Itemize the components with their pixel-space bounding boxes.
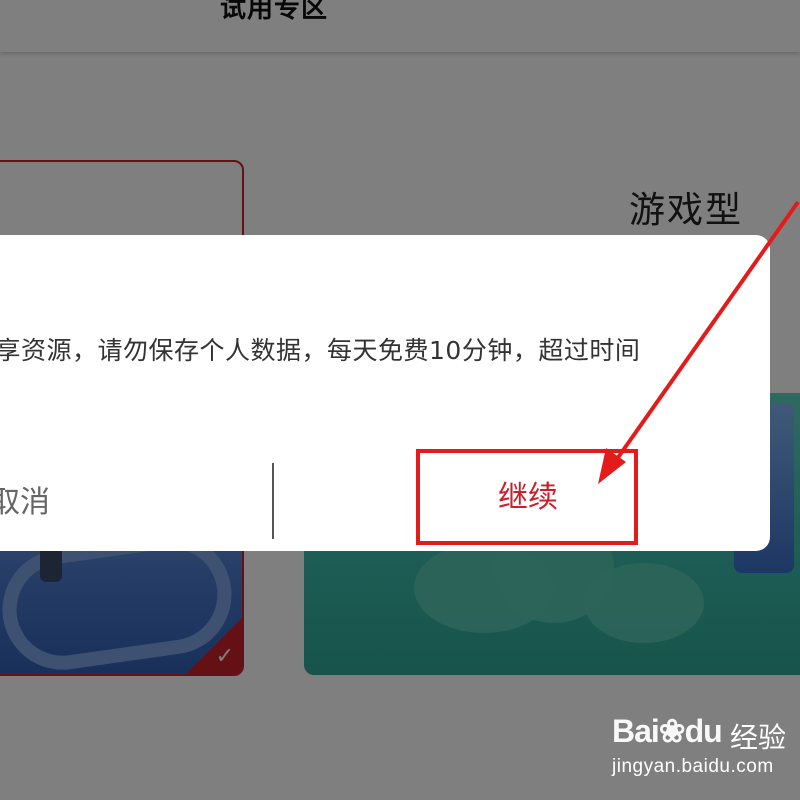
paw-icon: ❀ bbox=[658, 713, 686, 749]
baidu-jingyan-watermark: Bai❀du 经验 jingyan.baidu.com bbox=[612, 712, 792, 792]
dialog-message: 共享资源，请勿保存个人数据，每天免费10分钟，超过时间 bbox=[0, 336, 641, 365]
logo-text: Bai bbox=[612, 713, 660, 749]
logo-text-2: du bbox=[684, 713, 723, 749]
button-divider bbox=[272, 463, 274, 539]
baidu-logo: Bai❀du bbox=[612, 712, 723, 750]
cancel-button[interactable]: 取消 bbox=[0, 475, 260, 531]
watermark-url: jingyan.baidu.com bbox=[612, 756, 774, 777]
confirm-dialog: 共享资源，请勿保存个人数据，每天免费10分钟，超过时间 取消 继续 bbox=[0, 235, 770, 551]
continue-button[interactable]: 继续 bbox=[418, 450, 638, 546]
app-screen: 试用专区 ✓ 游戏型 共享资源，请勿保存个人数据，每天免费10分钟，超过时间 取… bbox=[0, 0, 800, 800]
jingyan-label: 经验 bbox=[730, 721, 787, 754]
